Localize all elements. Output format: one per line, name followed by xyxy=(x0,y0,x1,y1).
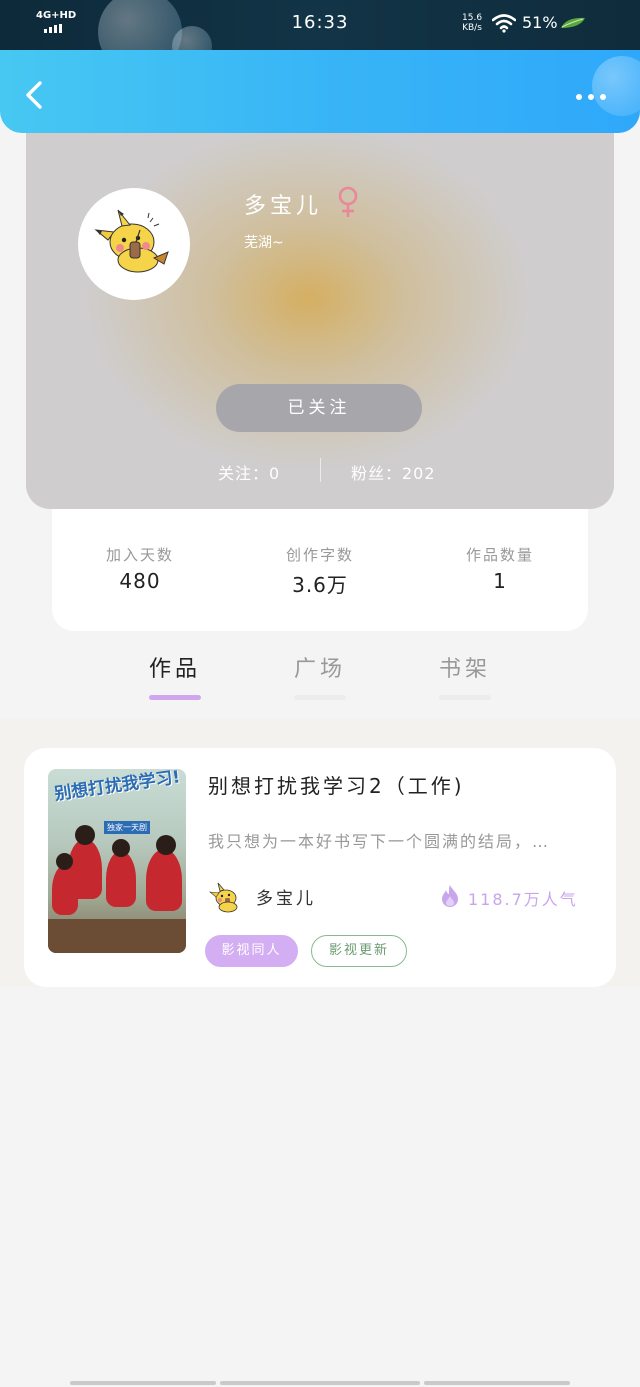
cover-figure xyxy=(146,849,182,911)
speed-value: 15.6 xyxy=(462,13,483,23)
popularity-count: 118.7万人气 xyxy=(468,890,578,909)
stats-card: 加入天数 480 创作字数 3.6万 作品数量 1 xyxy=(52,500,588,631)
top-nav-bar xyxy=(0,50,640,133)
cover-figure-head xyxy=(75,825,95,845)
tab-label: 作品 xyxy=(148,657,201,682)
stat-join-days: 加入天数 480 xyxy=(70,544,210,593)
cover-figure-head xyxy=(156,835,176,855)
female-icon xyxy=(338,186,358,217)
stat-value: 1 xyxy=(493,569,507,593)
more-dots-icon[interactable] xyxy=(576,94,606,100)
stat-label: 作品数量 xyxy=(465,546,534,564)
home-indicator xyxy=(424,1381,570,1385)
wifi-icon xyxy=(492,14,516,33)
tab-label: 书架 xyxy=(438,657,491,682)
tab-bookshelf[interactable]: 书架 xyxy=(435,651,495,700)
tag-film-update[interactable]: 影视更新 xyxy=(311,935,407,967)
pikachu-avatar-image xyxy=(94,209,169,273)
home-indicator xyxy=(70,1381,216,1385)
battery-level: 51% xyxy=(522,13,558,32)
decorative-bubble xyxy=(592,56,640,116)
back-chevron-icon[interactable] xyxy=(22,80,48,110)
work-card[interactable]: 别想打扰我学习! 独家一天剧 别想打扰我学习2（工作) 我只想为一本好书写下一个… xyxy=(24,748,616,987)
status-bar: 4G+HD 16:33 15.6 KB/s 51% xyxy=(0,0,640,74)
battery-leaf-icon xyxy=(561,17,585,28)
stat-value: 480 xyxy=(119,569,161,593)
cover-figure xyxy=(106,851,136,907)
speed-unit: KB/s xyxy=(462,23,482,33)
book-cover[interactable]: 别想打扰我学习! 独家一天剧 xyxy=(48,769,186,953)
fans-count[interactable]: 粉丝：202 xyxy=(351,460,436,484)
follow-stats: 关注：0 粉丝：202 xyxy=(26,458,614,484)
author-name: 多宝儿 xyxy=(256,889,316,909)
network-speed: 15.6 KB/s xyxy=(462,13,482,33)
home-indicator xyxy=(220,1381,420,1385)
tab-indicator xyxy=(294,695,346,700)
stat-value: 3.6万 xyxy=(292,573,348,597)
tab-indicator xyxy=(439,695,491,700)
profile-tabs: 作品 广场 书架 xyxy=(0,645,640,705)
profile-card: 多宝儿 芜湖~ 已关注 关注：0 粉丝：202 xyxy=(26,120,614,509)
user-name: 多宝儿 xyxy=(244,194,323,219)
avatar[interactable] xyxy=(78,188,190,300)
cover-figure-head xyxy=(56,853,73,870)
tab-works[interactable]: 作品 xyxy=(145,651,205,700)
tab-label: 广场 xyxy=(293,657,346,682)
work-title[interactable]: 别想打扰我学习2（工作) xyxy=(208,770,465,799)
stat-work-count: 作品数量 1 xyxy=(430,544,570,593)
cover-title-art: 别想打扰我学习! xyxy=(53,769,182,805)
divider xyxy=(320,458,321,482)
user-signature: 芜湖~ xyxy=(244,235,284,251)
tab-square[interactable]: 广场 xyxy=(290,651,350,700)
fire-icon xyxy=(442,885,458,907)
stat-label: 加入天数 xyxy=(105,546,174,564)
stat-word-count: 创作字数 3.6万 xyxy=(250,544,390,598)
cover-subtitle-art: 独家一天剧 xyxy=(104,821,150,834)
stat-label: 创作字数 xyxy=(285,546,354,564)
tag-film-fanfic[interactable]: 影视同人 xyxy=(205,935,298,967)
tab-indicator xyxy=(149,695,201,700)
cover-figure xyxy=(52,865,78,915)
following-count[interactable]: 关注：0 xyxy=(218,460,280,484)
work-description: 我只想为一本好书写下一个圆满的结局，… xyxy=(208,832,551,851)
cover-figure-head xyxy=(112,839,130,857)
author-avatar xyxy=(208,880,242,914)
followed-button[interactable]: 已关注 xyxy=(216,384,422,432)
cover-desk xyxy=(48,919,186,953)
